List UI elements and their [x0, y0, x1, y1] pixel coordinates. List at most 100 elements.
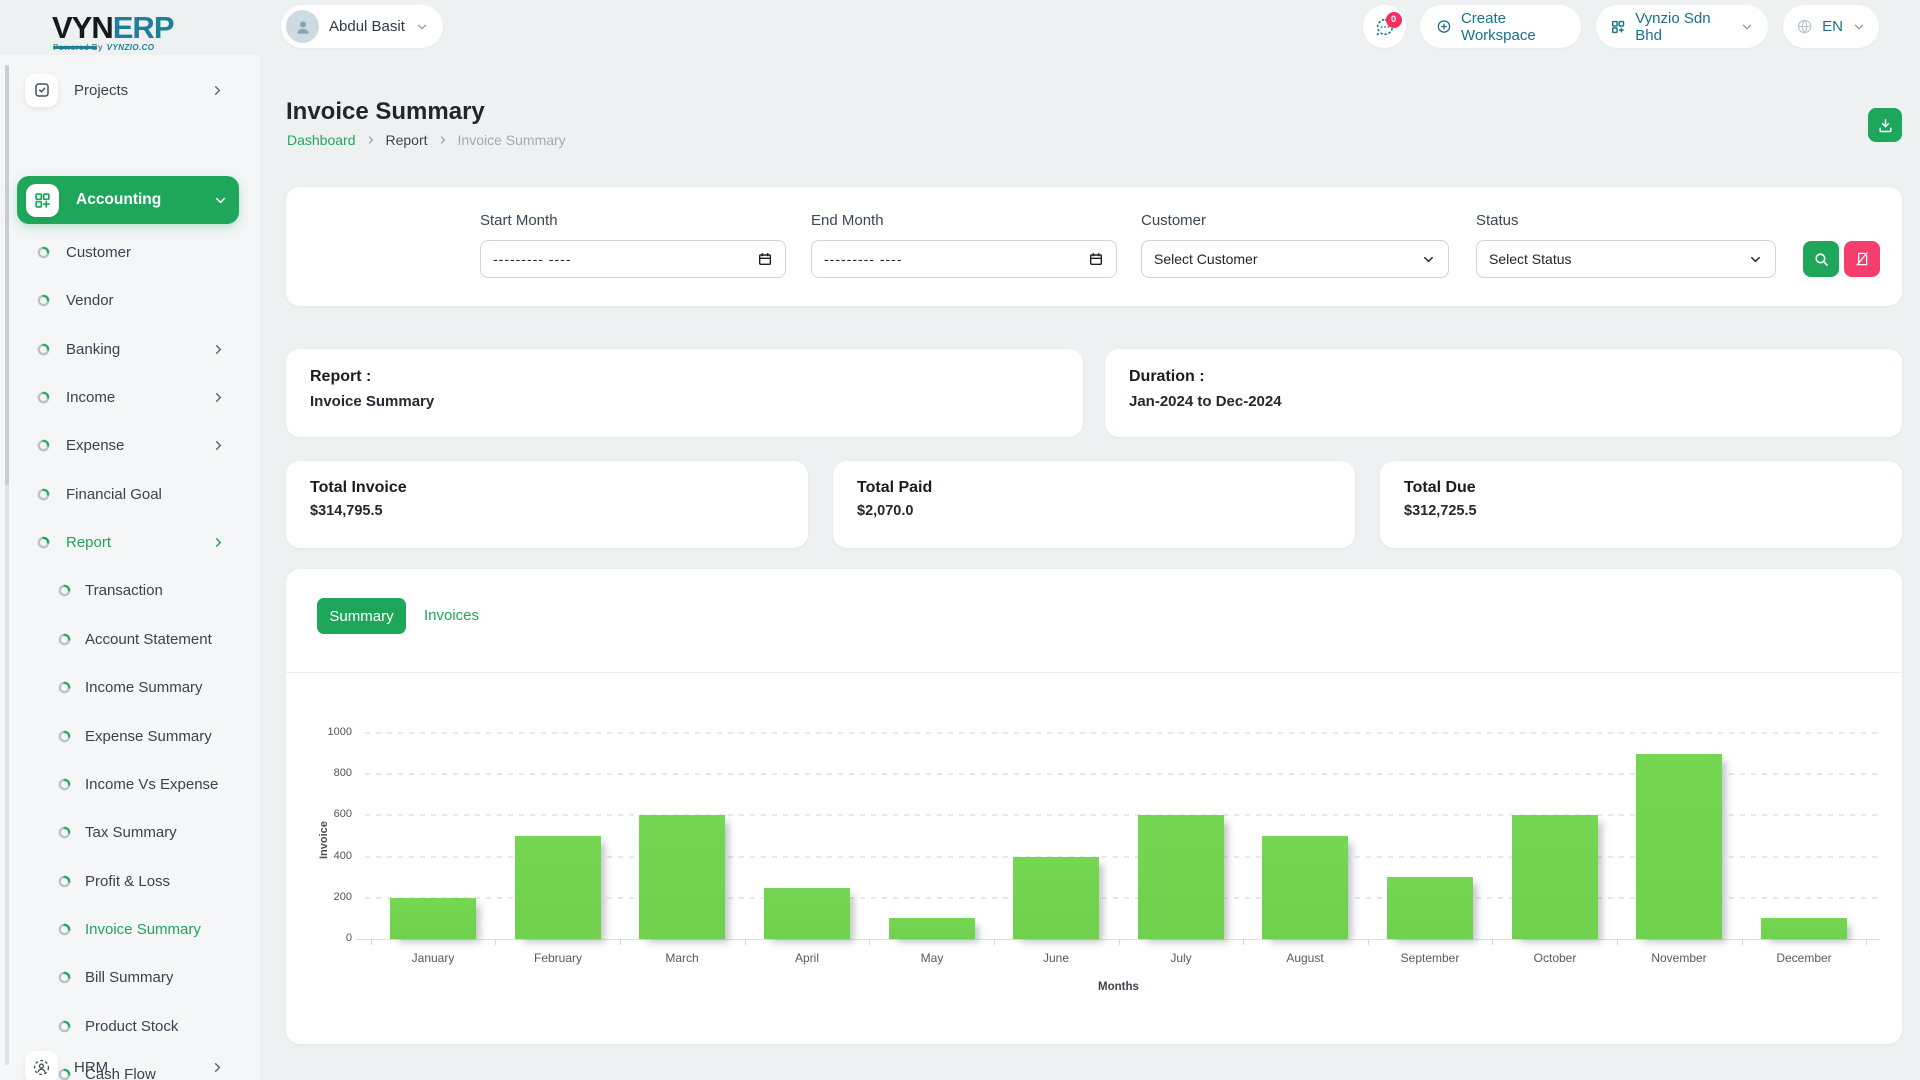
x-category-label: March: [627, 951, 737, 965]
x-axis-tick: [620, 940, 621, 945]
logo-primary: VYN: [52, 10, 113, 45]
download-icon: [1877, 117, 1894, 134]
bar-january[interactable]: [390, 898, 476, 939]
sidebar-item-account-statement[interactable]: Account Statement: [0, 623, 260, 655]
sidebar-item-report[interactable]: Report: [0, 526, 260, 558]
bar-may[interactable]: [889, 918, 975, 939]
x-axis-tick: [1866, 940, 1867, 945]
status-donut-icon: [37, 294, 50, 307]
status-selected-value: Select Status: [1489, 251, 1572, 267]
sidebar-item-tax-summary[interactable]: Tax Summary: [0, 816, 260, 848]
calendar-icon[interactable]: [757, 251, 773, 267]
bar-june[interactable]: [1013, 857, 1099, 939]
sidebar-item-income[interactable]: Income: [0, 381, 260, 413]
avatar: [286, 10, 319, 43]
bar-february[interactable]: [515, 836, 601, 939]
total-paid-value: $2,070.0: [857, 503, 1331, 519]
sidebar-item-customer[interactable]: Customer: [0, 236, 260, 268]
chevron-right-icon: [211, 342, 226, 357]
user-menu[interactable]: Abdul Basit: [281, 5, 443, 48]
sidebar-item-product-stock[interactable]: Product Stock: [0, 1010, 260, 1042]
sidebar-item-income-summary[interactable]: Income Summary: [0, 671, 260, 703]
start-month-input[interactable]: --------- ----: [480, 240, 786, 278]
chevron-down-icon: [1748, 252, 1763, 267]
report-value: Invoice Summary: [310, 393, 1059, 410]
sidebar-item-accounting[interactable]: Accounting: [17, 176, 239, 224]
workspace-grid-icon: [1610, 18, 1626, 36]
sidebar-item-expense[interactable]: Expense: [0, 429, 260, 461]
status-donut-icon: [58, 826, 71, 839]
bar-november[interactable]: [1636, 754, 1722, 939]
breadcrumb-link-report[interactable]: Report: [386, 132, 428, 148]
page-title: Invoice Summary: [286, 98, 485, 126]
bar-march[interactable]: [639, 815, 725, 939]
tab-summary[interactable]: Summary: [317, 598, 406, 634]
x-category-label: September: [1375, 951, 1485, 965]
duration-info-card: Duration : Jan-2024 to Dec-2024: [1105, 349, 1902, 437]
sidebar-item-banking[interactable]: Banking: [0, 333, 260, 365]
status-select[interactable]: Select Status: [1476, 240, 1776, 278]
sidebar-item-vendor[interactable]: Vendor: [0, 284, 260, 316]
chevron-right-icon: [211, 390, 226, 405]
search-button[interactable]: [1803, 241, 1839, 277]
customer-select[interactable]: Select Customer: [1141, 240, 1449, 278]
bar-september[interactable]: [1387, 877, 1473, 939]
language-switcher[interactable]: EN: [1783, 5, 1879, 48]
sidebar-item-transaction[interactable]: Transaction: [0, 574, 260, 606]
sidebar-item-projects[interactable]: Projects: [0, 73, 260, 107]
reset-filters-button[interactable]: [1844, 241, 1880, 277]
sidebar-item-label: Customer: [66, 244, 131, 261]
x-category-label: February: [503, 951, 613, 965]
bar-august[interactable]: [1262, 836, 1348, 939]
x-category-label: January: [378, 951, 488, 965]
tab-invoices[interactable]: Invoices: [424, 607, 479, 624]
start-month-label: Start Month: [480, 212, 558, 229]
sidebar-item-expense-summary[interactable]: Expense Summary: [0, 720, 260, 752]
create-workspace-button[interactable]: Create Workspace: [1420, 5, 1581, 48]
hrm-icon: [32, 1058, 51, 1077]
chevron-right-icon: [211, 535, 226, 550]
chat-button[interactable]: 0: [1363, 5, 1406, 48]
x-axis-tick: [495, 940, 496, 945]
sidebar-item-invoice-summary[interactable]: Invoice Summary: [0, 913, 260, 945]
download-report-button[interactable]: [1868, 108, 1902, 142]
x-axis-tick: [1492, 940, 1493, 945]
company-switcher[interactable]: Vynzio Sdn Bhd: [1596, 5, 1768, 48]
y-tick-label: 1000: [312, 726, 352, 738]
x-category-label: October: [1500, 951, 1610, 965]
chevron-down-icon: [1852, 20, 1866, 34]
sidebar-item-bill-summary[interactable]: Bill Summary: [0, 961, 260, 993]
bar-december[interactable]: [1761, 918, 1847, 939]
end-month-input[interactable]: --------- ----: [811, 240, 1117, 278]
summary-chart-card: Summary Invoices 02004006008001000Januar…: [286, 569, 1902, 1044]
breadcrumb: Dashboard Report Invoice Summary: [287, 132, 566, 148]
breadcrumb-link-dashboard[interactable]: Dashboard: [287, 132, 356, 148]
sidebar-item-hrm[interactable]: HRM: [0, 1050, 260, 1080]
status-donut-icon: [58, 681, 71, 694]
chevron-right-icon: [210, 83, 225, 98]
breadcrumb-separator-icon: [365, 134, 377, 146]
sidebar-item-income-vs-expense[interactable]: Income Vs Expense: [0, 768, 260, 800]
app-root: VYNERP Powered By VYNZIO.CO Abdul Basit …: [0, 0, 1920, 1080]
total-due-card: Total Due $312,725.5: [1380, 461, 1902, 548]
x-axis-tick: [1243, 940, 1244, 945]
status-donut-icon: [37, 488, 50, 501]
accounting-grid-icon: [33, 191, 52, 210]
sidebar-scrollbar-thumb[interactable]: [5, 65, 9, 485]
y-tick-label: 600: [312, 808, 352, 820]
calendar-icon[interactable]: [1088, 251, 1104, 267]
status-donut-icon: [37, 391, 50, 404]
sidebar-item-financial-goal[interactable]: Financial Goal: [0, 478, 260, 510]
sidebar-item-profit-loss[interactable]: Profit & Loss: [0, 865, 260, 897]
checkbox-icon: [33, 81, 51, 99]
logo-tagline: Powered By VYNZIO.CO: [53, 43, 154, 52]
x-category-label: December: [1749, 951, 1859, 965]
bar-october[interactable]: [1512, 815, 1598, 939]
breadcrumb-separator-icon: [437, 134, 449, 146]
x-axis-tick: [1742, 940, 1743, 945]
end-month-value: --------- ----: [824, 251, 903, 267]
bar-july[interactable]: [1138, 815, 1224, 939]
bar-april[interactable]: [764, 888, 850, 940]
sidebar: Projects Accounting Customer Vendor Bankin…: [0, 55, 260, 1080]
x-axis-tick: [994, 940, 995, 945]
